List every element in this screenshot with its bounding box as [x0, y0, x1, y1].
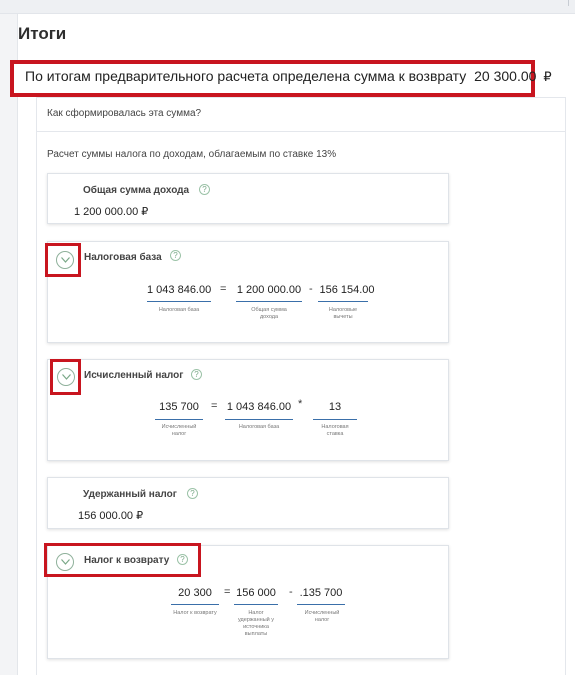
currency-sign: ₽: [136, 510, 144, 522]
formula-underline: [297, 604, 345, 605]
help-icon[interactable]: ?: [199, 184, 210, 195]
help-icon[interactable]: ?: [191, 369, 202, 380]
formula-operator: =: [211, 400, 218, 412]
card-title: Удержанный налог: [83, 489, 177, 500]
help-icon[interactable]: ?: [187, 488, 198, 499]
formula-caption: Исчисленный налог: [304, 610, 340, 623]
card-title: Исчисленный налог: [84, 370, 184, 381]
formula-result: 20 300: [178, 587, 212, 599]
refund-amount: 20 300.00: [474, 68, 537, 84]
formula-caption: Налог к возврату: [173, 610, 217, 616]
formula-underline: [171, 604, 219, 605]
card-title: Налог к возврату: [84, 555, 170, 566]
currency-sign: ₽: [141, 206, 149, 218]
formula-caption: Налоговая база: [158, 307, 200, 313]
formula-caption: Налоговая ставка: [321, 424, 349, 437]
formula-operand: .135 700: [299, 587, 343, 599]
help-icon[interactable]: ?: [177, 554, 188, 565]
breakdown-question[interactable]: Как сформировалась эта сумма?: [47, 108, 201, 119]
chevron-down-icon[interactable]: [56, 251, 74, 269]
formula-underline: [155, 419, 203, 420]
formula-result: 135 700: [159, 401, 199, 413]
top-strip-tick: [568, 0, 569, 6]
formula-operator: *: [298, 398, 303, 410]
formula-operand: 156 000: [236, 587, 276, 599]
formula-underline: [313, 419, 357, 420]
formula-operator: =: [220, 283, 227, 295]
formula-underline: [234, 604, 278, 605]
withheld-amount: 156 000.00: [78, 510, 134, 522]
formula-operand: 13: [328, 401, 342, 413]
income-amount: 1 200 000.00: [74, 206, 139, 218]
formula-caption: Налоговые вычеты: [328, 307, 358, 320]
card-title: Налоговая база: [84, 252, 162, 263]
income-value: 1 200 000.00 ₽: [74, 205, 148, 218]
chevron-down-icon[interactable]: [57, 368, 75, 386]
chevron-down-icon[interactable]: [56, 553, 74, 571]
formula-underline: [318, 301, 368, 302]
formula-caption: Исчисленный налог: [161, 424, 197, 437]
formula-operand: 156 154.00: [319, 284, 375, 296]
formula-caption: Общая сумма дохода: [251, 307, 287, 320]
formula-underline: [236, 301, 302, 302]
formula-operator: =: [224, 586, 231, 598]
formula-underline: [147, 301, 211, 302]
currency-sign: ₽: [543, 69, 552, 84]
formula-caption: Налоговая база: [238, 424, 280, 430]
formula-operator: -: [289, 586, 293, 598]
formula-operand: 1 043 846.00: [226, 401, 292, 413]
formula-result: 1 043 846.00: [147, 284, 212, 296]
top-strip: [0, 0, 575, 14]
page-title: Итоги: [18, 24, 67, 43]
formula-caption: Налог удержанный у источника выплаты: [237, 610, 274, 637]
breakdown-subtitle: Расчет суммы налога по доходам, облагаем…: [47, 149, 337, 160]
formula-operator: -: [309, 283, 313, 295]
formula-operand: 1 200 000.00: [236, 284, 302, 296]
help-icon[interactable]: ?: [170, 250, 181, 261]
formula-underline: [225, 419, 293, 420]
withheld-value: 156 000.00 ₽: [78, 509, 143, 522]
summary-text: По итогам предварительного расчета опред…: [25, 68, 467, 84]
card-title: Общая сумма дохода: [83, 185, 190, 196]
summary-line: По итогам предварительного расчета опред…: [25, 68, 552, 85]
